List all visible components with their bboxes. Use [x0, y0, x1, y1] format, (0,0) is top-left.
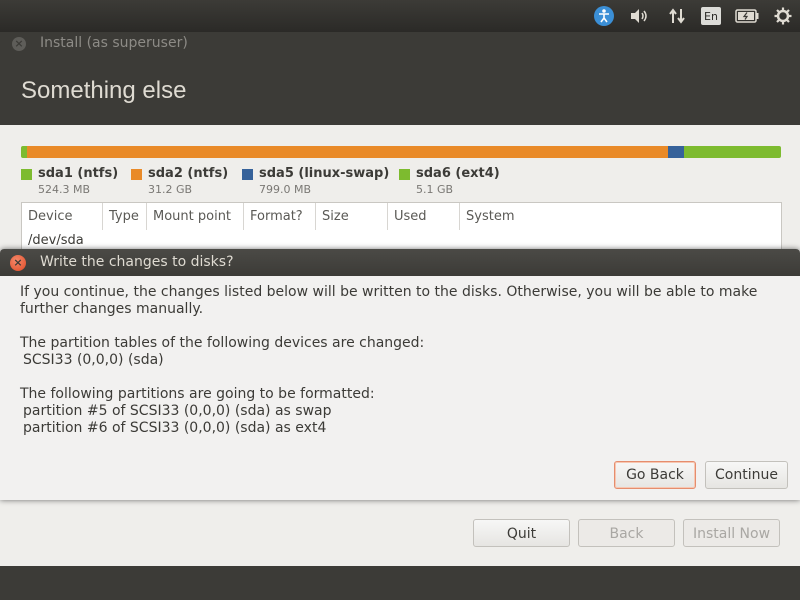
continue-button[interactable]: Continue: [705, 461, 788, 489]
partition-segment-sda6: [684, 146, 781, 158]
legend-size: 5.1 GB: [416, 183, 454, 196]
column-header-device[interactable]: Device: [22, 203, 103, 230]
column-header-system[interactable]: System: [460, 203, 781, 230]
legend-size: 799.0 MB: [259, 183, 312, 196]
gear-icon[interactable]: [772, 6, 794, 26]
dialog-intro: If you continue, the changes listed belo…: [20, 284, 758, 317]
language-label: En: [701, 7, 721, 25]
install-now-button[interactable]: Install Now: [683, 519, 780, 547]
format-heading: The following partitions are going to be…: [20, 386, 375, 402]
column-header-used[interactable]: Used: [388, 203, 460, 230]
legend-swatch: [242, 169, 253, 180]
legend-swatch: [399, 169, 410, 180]
legend-label: sda6 (ext4): [416, 166, 500, 181]
quit-button[interactable]: Quit: [473, 519, 570, 547]
legend-swatch: [21, 169, 32, 180]
legend-label: sda2 (ntfs): [148, 166, 229, 181]
volume-icon[interactable]: [628, 6, 650, 26]
table-row[interactable]: /dev/sda: [28, 233, 84, 248]
dialog-title: Write the changes to disks?: [40, 254, 234, 270]
window-titlebar: × Install (as superuser): [0, 32, 800, 56]
keyboard-language-icon[interactable]: En: [700, 6, 722, 26]
column-header-size[interactable]: Size: [316, 203, 388, 230]
partition-tables-heading: The partition tables of the following de…: [20, 335, 425, 351]
window-close-button[interactable]: ×: [12, 37, 26, 51]
window-title: Install (as superuser): [40, 35, 188, 51]
column-header-mount-point[interactable]: Mount point: [147, 203, 244, 230]
changed-device-item: SCSI33 (0,0,0) (sda): [23, 352, 164, 368]
dialog-titlebar: × Write the changes to disks?: [0, 249, 800, 276]
network-icon[interactable]: [666, 6, 688, 26]
legend-label: sda1 (ntfs): [38, 166, 119, 181]
partition-segment-sda5: [667, 146, 685, 158]
legend-swatch: [131, 169, 142, 180]
go-back-button[interactable]: Go Back: [614, 461, 696, 489]
partition-segment-sda2: [27, 146, 668, 158]
legend-size: 524.3 MB: [38, 183, 91, 196]
column-header-format[interactable]: Format?: [244, 203, 316, 230]
bottom-strip: [0, 566, 800, 600]
top-panel: En: [0, 0, 800, 32]
dialog-close-button[interactable]: ×: [10, 255, 26, 271]
accessibility-icon[interactable]: [592, 6, 616, 26]
legend-size: 31.2 GB: [148, 183, 193, 196]
page-title: Something else: [21, 77, 187, 104]
format-item: partition #6 of SCSI33 (0,0,0) (sda) as …: [23, 420, 327, 436]
partition-table[interactable]: Device Type Mount point Format? Size Use…: [21, 202, 782, 254]
header: Something else: [0, 56, 800, 125]
legend-label: sda5 (linux-swap): [259, 166, 390, 181]
back-button[interactable]: Back: [578, 519, 675, 547]
partition-bar: [21, 146, 781, 158]
battery-icon[interactable]: [734, 6, 760, 26]
column-header-type[interactable]: Type: [103, 203, 147, 230]
write-changes-dialog: × Write the changes to disks? If you con…: [0, 249, 800, 500]
dialog-body: If you continue, the changes listed belo…: [20, 284, 790, 437]
format-item: partition #5 of SCSI33 (0,0,0) (sda) as …: [23, 403, 332, 419]
